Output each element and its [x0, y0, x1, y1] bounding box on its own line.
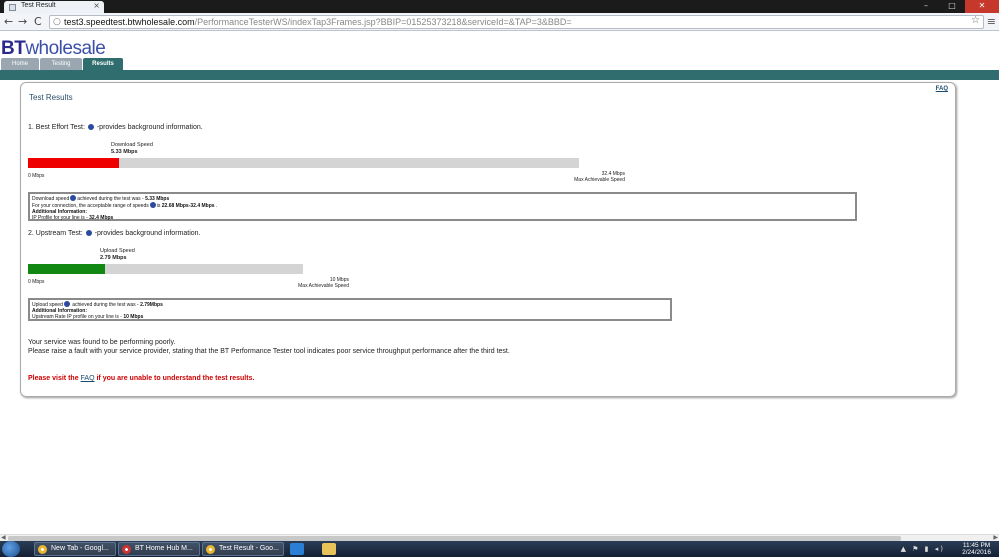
page-icon: [9, 4, 16, 11]
browser-toolbar: ← → C ○ test3.speedtest.btwholesale.com/…: [0, 13, 999, 31]
upload-max-label: 10 Mbps Max Achievable Speed: [298, 277, 349, 289]
download-speed-fill: [28, 158, 119, 168]
file-explorer-icon[interactable]: [322, 543, 336, 555]
horizontal-scrollbar[interactable]: ◀ ▶: [0, 534, 999, 541]
taskbar-item-new-tab[interactable]: New Tab - Googl...: [34, 542, 116, 556]
info-icon[interactable]: [85, 230, 92, 236]
info-icon[interactable]: [63, 301, 70, 307]
internet-explorer-icon[interactable]: [290, 543, 304, 555]
page-title: Test Results: [29, 93, 73, 102]
faq-hint: Please visit the FAQ if you are unable t…: [28, 375, 255, 382]
address-bar[interactable]: ○ test3.speedtest.btwholesale.com/Perfor…: [49, 15, 984, 29]
bookmark-star-icon[interactable]: ☆: [971, 15, 980, 26]
reload-icon[interactable]: C: [34, 15, 42, 29]
download-speed-bar: [28, 158, 579, 168]
info-icon[interactable]: [70, 195, 77, 201]
forward-arrow-icon[interactable]: →: [18, 15, 27, 29]
download-info-box: Download speed achieved during the test w…: [28, 192, 857, 221]
faq-link[interactable]: FAQ: [936, 86, 948, 92]
download-min-label: 0 Mbps: [28, 173, 45, 179]
taskbar-item-test-result[interactable]: Test Result - Goo...: [202, 542, 284, 556]
url-text: test3.speedtest.btwholesale.com/Performa…: [64, 17, 572, 27]
tab-results[interactable]: Results: [83, 58, 123, 70]
tab-home[interactable]: Home: [1, 58, 39, 70]
site-nav-tabs: Home Testing Results: [1, 58, 124, 70]
window-titlebar: Test Result × – □ ✕: [0, 0, 999, 13]
download-max-label: 32.4 Mbps Max Achievable Speed: [574, 171, 625, 183]
upstream-heading: 2. Upstream Test: -provides background i…: [28, 230, 201, 237]
system-clock[interactable]: 11:45 PM 2/24/2016: [962, 542, 991, 556]
tab-title: Test Result: [21, 2, 56, 9]
info-icon[interactable]: [87, 124, 94, 130]
faq-inline-link[interactable]: FAQ: [81, 375, 95, 382]
header-band: [0, 70, 999, 80]
chrome-icon: [38, 545, 47, 554]
back-arrow-icon[interactable]: ←: [4, 15, 13, 29]
taskbar-item-bt-home-hub[interactable]: BT Home Hub M...: [118, 542, 200, 556]
browser-menu-icon[interactable]: ≡: [987, 15, 996, 28]
chrome-icon: [122, 545, 131, 554]
system-tray-icons[interactable]: ▲ ⚑ ▮ ◂): [901, 545, 945, 553]
verdict-text: Your service was found to be performing …: [28, 339, 510, 355]
info-icon[interactable]: [149, 202, 156, 208]
maximize-icon[interactable]: □: [939, 0, 965, 13]
upload-caption: Upload Speed 2.79 Mbps: [100, 248, 135, 261]
results-panel: FAQ Test Results 1. Best Effort Test: -p…: [20, 82, 956, 397]
scroll-left-icon[interactable]: ◀: [1, 534, 6, 541]
upload-speed-fill: [28, 264, 105, 274]
bt-wholesale-logo: BTwholesale: [1, 38, 106, 59]
upload-speed-bar: [28, 264, 303, 274]
window-controls: – □ ✕: [913, 0, 999, 13]
browser-tab[interactable]: Test Result ×: [4, 1, 104, 13]
tab-testing[interactable]: Testing: [40, 58, 82, 70]
page-info-icon[interactable]: ○: [53, 17, 61, 27]
tab-close-icon[interactable]: ×: [93, 1, 100, 10]
upload-info-box: Upload speed achieved during the test wa…: [28, 298, 672, 321]
start-button[interactable]: [2, 541, 20, 557]
download-caption: Download Speed 5.33 Mbps: [111, 142, 153, 155]
windows-taskbar: New Tab - Googl... BT Home Hub M... Test…: [0, 541, 999, 557]
upload-min-label: 0 Mbps: [28, 279, 45, 285]
scroll-right-icon[interactable]: ▶: [993, 534, 998, 541]
minimize-icon[interactable]: –: [913, 0, 939, 13]
chrome-icon: [206, 545, 215, 554]
window-close-icon[interactable]: ✕: [965, 0, 999, 13]
best-effort-heading: 1. Best Effort Test: -provides backgroun…: [28, 124, 203, 131]
